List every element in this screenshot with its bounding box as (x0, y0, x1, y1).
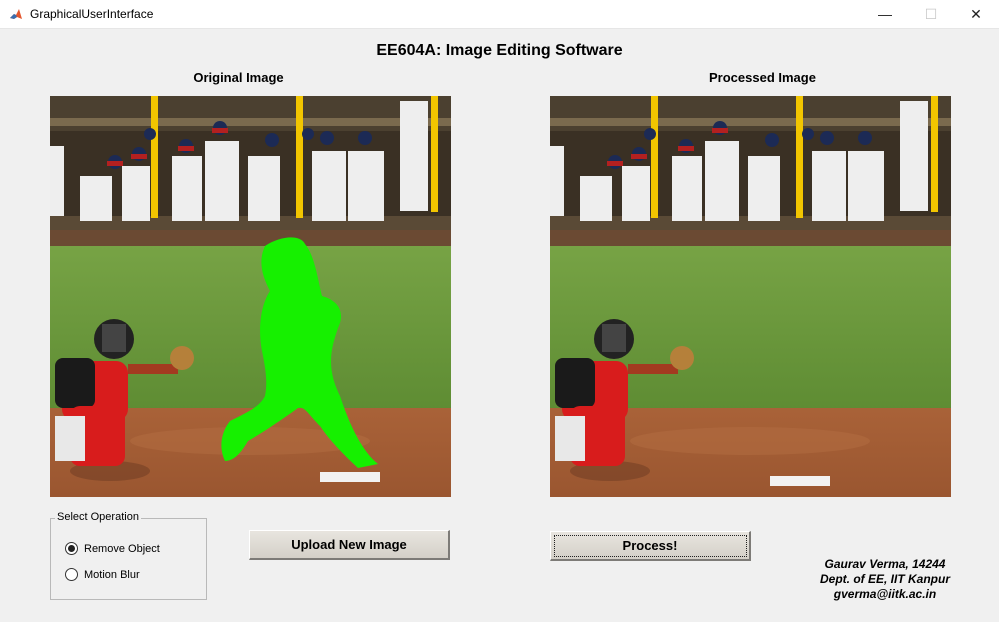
radio-unselected-icon (65, 568, 78, 581)
motion-blur-label: Motion Blur (84, 568, 140, 581)
upload-new-image-button[interactable]: Upload New Image (249, 530, 450, 560)
maximize-icon: ☐ (924, 5, 938, 22)
radio-selected-icon (65, 542, 78, 555)
processed-image-title: Processed Image (709, 70, 816, 85)
close-button[interactable]: ✕ (953, 0, 999, 28)
credit-name: Gaurav Verma, 14244 (824, 557, 946, 571)
credit-department: Dept. of EE, IIT Kanpur (819, 572, 950, 586)
close-icon: ✕ (970, 5, 982, 22)
minimize-icon: — (878, 6, 892, 22)
remove-object-radio[interactable]: Remove Object (65, 542, 160, 555)
credit-email: gverma@iitk.ac.in (833, 587, 937, 601)
minimize-button[interactable]: — (862, 0, 908, 28)
original-image (50, 96, 451, 497)
remove-object-label: Remove Object (84, 542, 160, 555)
select-operation-group: Select Operation Remove Object Motion Bl… (50, 511, 207, 600)
process-button[interactable]: Process! (550, 531, 751, 561)
window-title: GraphicalUserInterface (30, 7, 154, 21)
maximize-button[interactable]: ☐ (908, 0, 954, 28)
app-heading: EE604A: Image Editing Software (376, 42, 623, 59)
window-title-bar: GraphicalUserInterface — ☐ ✕ (0, 0, 999, 29)
select-operation-legend: Select Operation (55, 511, 141, 523)
processed-image (550, 96, 951, 497)
matlab-icon (10, 9, 22, 19)
original-image-title: Original Image (193, 70, 284, 85)
motion-blur-radio[interactable]: Motion Blur (65, 568, 140, 581)
